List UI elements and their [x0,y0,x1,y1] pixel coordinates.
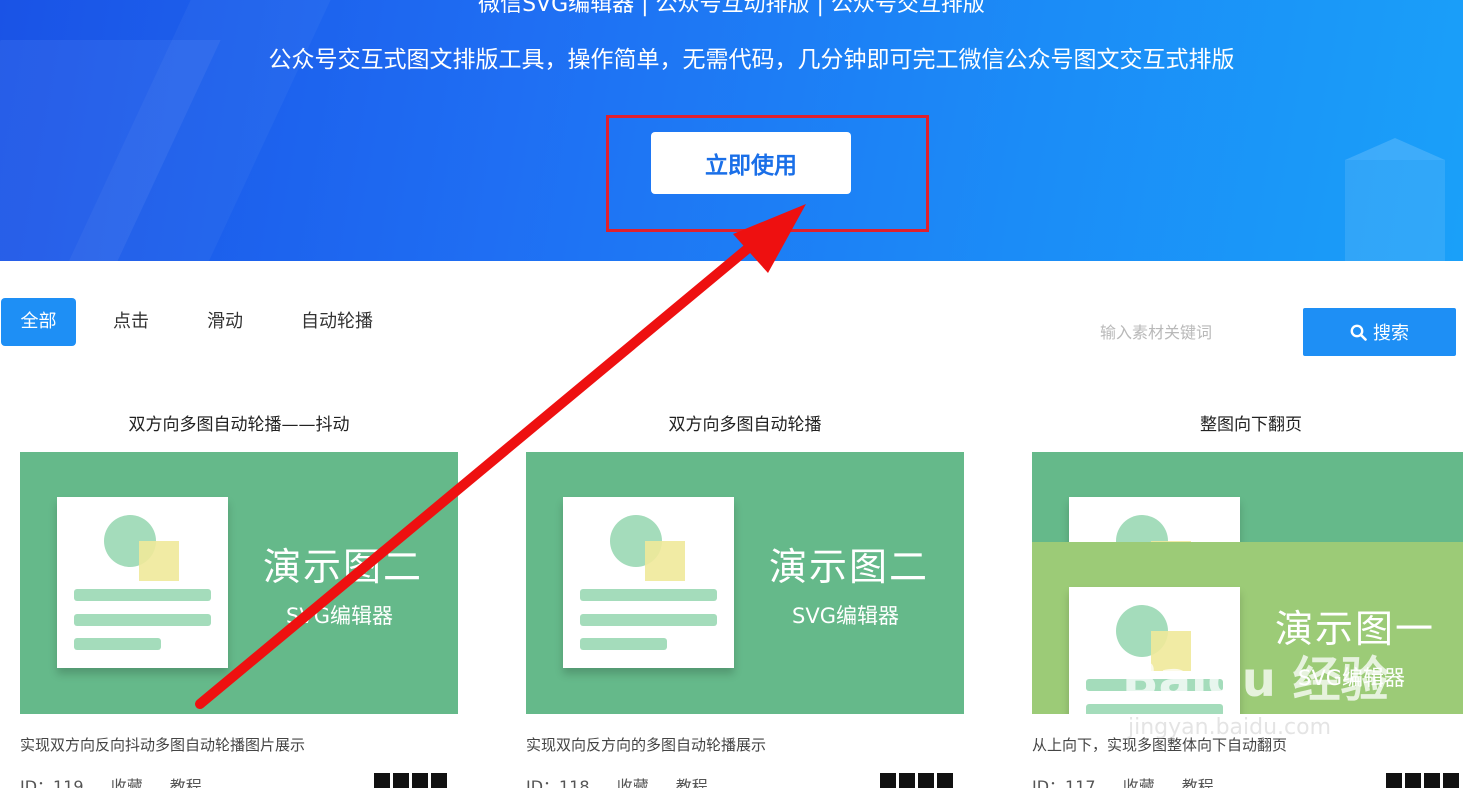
collect-link[interactable]: 收藏 [111,777,143,788]
tab-click[interactable]: 点击 [113,298,149,346]
collect-link[interactable]: 收藏 [1123,777,1155,788]
template-card: 双方向多图自动轮播——抖动 演示图二 SVG编辑器 实现双方向反向抖动多图自动轮… [20,408,458,788]
hero-subtitle: 公众号交互式图文排版工具，操作简单，无需代码，几分钟即可完工微信公众号图文交互式… [268,47,1235,73]
hero-cube-decoration [1345,160,1445,261]
tutorial-link[interactable]: 教程 [676,777,708,788]
search-button-label: 搜索 [1373,323,1409,344]
thumbnail-caption: 演示图二 [263,545,424,589]
card-id: ID：119 [20,777,84,788]
card-title[interactable]: 双方向多图自动轮播——抖动 [20,408,458,442]
card-meta: ID：119 收藏 教程 [20,773,224,788]
card-description: 实现双向反方向的多图自动轮播展示 [526,736,767,754]
preview-icon[interactable] [374,773,450,788]
card-meta: ID：117 收藏 教程 [1032,773,1236,788]
card-meta: ID：118 收藏 教程 [526,773,730,788]
thumbnail-document-graphic [57,497,228,668]
template-card: 双方向多图自动轮播 演示图二 SVG编辑器 实现双向反方向的多图自动轮播展示 I… [526,408,964,788]
tab-all[interactable]: 全部 [1,298,76,346]
card-title[interactable]: 整图向下翻页 [1032,408,1463,442]
hero-banner: 微信SVG编辑器 | 公众号互动排版 | 公众号交互排版 公众号交互式图文排版工… [0,0,1463,261]
search-icon [1350,324,1367,341]
collect-link[interactable]: 收藏 [617,777,649,788]
card-title[interactable]: 双方向多图自动轮播 [526,408,964,442]
thumbnail-caption: 演示图二 [769,545,930,589]
tutorial-link[interactable]: 教程 [1182,777,1214,788]
hero-title: 微信SVG编辑器 | 公众号互动排版 | 公众号交互排版 [478,0,985,17]
tab-slide[interactable]: 滑动 [207,298,243,346]
card-id: ID：118 [526,777,590,788]
highlight-box [606,115,929,232]
preview-icon[interactable] [1386,773,1462,788]
card-thumbnail[interactable]: 演示图二 SVG编辑器 [20,452,458,714]
search-button[interactable]: 搜索 [1303,308,1456,356]
thumbnail-subcaption: SVG编辑器 [792,604,899,628]
thumbnail-document-graphic [563,497,734,668]
search-input[interactable] [1090,312,1290,352]
baidu-watermark: Baidu 经验 [1122,652,1389,708]
thumbnail-subcaption: SVG编辑器 [286,604,393,628]
card-id: ID：117 [1032,777,1096,788]
card-description: 实现双方向反向抖动多图自动轮播图片展示 [20,736,306,754]
tab-autoplay[interactable]: 自动轮播 [301,298,373,346]
tutorial-link[interactable]: 教程 [170,777,202,788]
preview-icon[interactable] [880,773,956,788]
watermark-url: jingyan.baidu.com [1128,715,1332,740]
card-thumbnail[interactable]: 演示图二 SVG编辑器 [526,452,964,714]
